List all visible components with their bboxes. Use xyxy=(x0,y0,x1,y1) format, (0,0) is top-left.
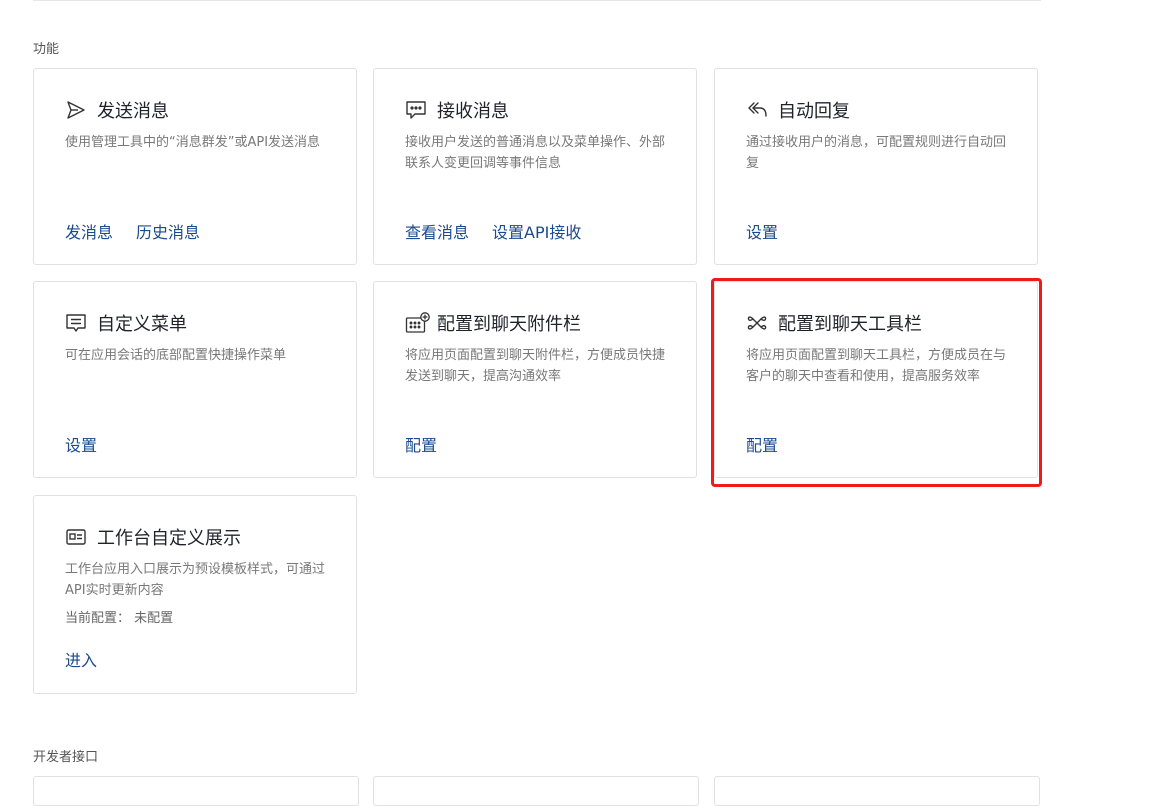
set-api-receive-link[interactable]: 设置API接收 xyxy=(492,219,581,243)
card-title: 接收消息 xyxy=(437,101,509,122)
enter-workbench-link[interactable]: 进入 xyxy=(65,647,97,671)
configure-toolbar-link[interactable]: 配置 xyxy=(746,432,778,456)
card-description: 接收用户发送的普通消息以及菜单操作、外部联系人变更回调等事件信息 xyxy=(405,135,666,171)
card-send-message: 发送消息 使用管理工具中的“消息群发”或API发送消息 发消息 历史消息 xyxy=(33,68,357,265)
card-description: 可在应用会话的底部配置快捷操作菜单 xyxy=(65,348,287,363)
card-auto-reply: 自动回复 通过接收用户的消息，可配置规则进行自动回复 设置 xyxy=(714,68,1038,265)
card-title: 配置到聊天附件栏 xyxy=(437,314,581,335)
menu-icon xyxy=(65,312,87,334)
card-custom-menu: 自定义菜单 可在应用会话的底部配置快捷操作菜单 设置 xyxy=(33,281,357,478)
card-description: 将应用页面配置到聊天工具栏，方便成员在与客户的聊天中查看和使用，提高服务效率 xyxy=(746,348,1007,384)
chat-bubble-icon xyxy=(405,99,427,121)
current-config-status: 当前配置： 未配置 xyxy=(65,611,174,626)
developer-card-stub xyxy=(373,776,699,806)
card-chat-toolbar: 配置到聊天工具栏 将应用页面配置到聊天工具栏，方便成员在与客户的聊天中查看和使用… xyxy=(714,281,1038,478)
section-title-developer: 开发者接口 xyxy=(33,750,99,765)
card-description: 将应用页面配置到聊天附件栏，方便成员快捷发送到聊天，提高沟通效率 xyxy=(405,348,666,384)
attachment-bar-icon xyxy=(405,312,431,334)
workbench-icon xyxy=(65,526,87,548)
toolbar-icon xyxy=(746,312,768,334)
custom-menu-settings-link[interactable]: 设置 xyxy=(65,432,97,456)
section-title-features: 功能 xyxy=(33,42,60,57)
card-description: 工作台应用入口展示为预设模板样式，可通过API实时更新内容 xyxy=(65,562,326,598)
card-title: 自定义菜单 xyxy=(97,314,187,335)
top-divider xyxy=(33,0,1041,1)
developer-card-stub xyxy=(714,776,1040,806)
card-title: 自动回复 xyxy=(778,101,850,122)
configure-attachment-bar-link[interactable]: 配置 xyxy=(405,432,437,456)
card-description: 通过接收用户的消息，可配置规则进行自动回复 xyxy=(746,135,1007,171)
send-icon xyxy=(65,99,87,121)
card-workbench-display: 工作台自定义展示 工作台应用入口展示为预设模板样式，可通过API实时更新内容 当… xyxy=(33,495,357,694)
developer-card-stub xyxy=(33,776,359,806)
send-message-link[interactable]: 发消息 xyxy=(65,219,113,243)
auto-reply-settings-link[interactable]: 设置 xyxy=(746,219,778,243)
card-receive-message: 接收消息 接收用户发送的普通消息以及菜单操作、外部联系人变更回调等事件信息 查看… xyxy=(373,68,697,265)
card-description: 使用管理工具中的“消息群发”或API发送消息 xyxy=(65,135,321,150)
card-chat-attachment-bar: 配置到聊天附件栏 将应用页面配置到聊天附件栏，方便成员快捷发送到聊天，提高沟通效… xyxy=(373,281,697,478)
view-messages-link[interactable]: 查看消息 xyxy=(405,219,469,243)
card-title: 发送消息 xyxy=(97,101,169,122)
card-title: 配置到聊天工具栏 xyxy=(778,314,922,335)
message-history-link[interactable]: 历史消息 xyxy=(136,219,200,243)
reply-icon xyxy=(746,99,768,121)
card-title: 工作台自定义展示 xyxy=(97,528,241,549)
